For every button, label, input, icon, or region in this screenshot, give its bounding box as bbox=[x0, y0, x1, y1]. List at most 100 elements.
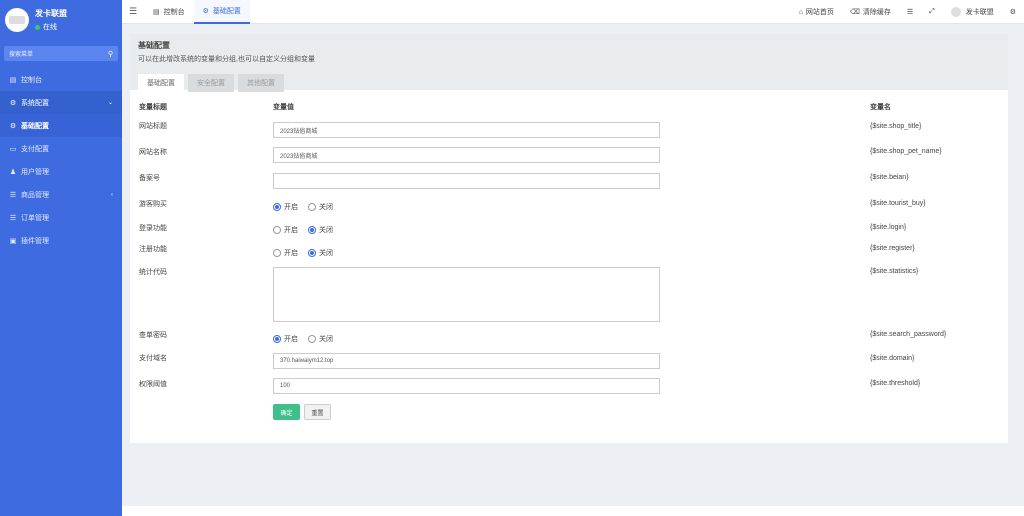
sidebar-menu: ▤ 控制台 ⚙ 系统配置 ⌄ ⚙ 基础配置 ▭ 支付配置 ♟ 用户管理 ☰ 商品… bbox=[0, 68, 122, 252]
page-title: 基础配置 bbox=[138, 41, 170, 50]
settings-button[interactable]: ⚙ bbox=[1002, 8, 1024, 16]
avatar bbox=[950, 7, 961, 17]
tab-basic-config[interactable]: ⚙ 基础配置 bbox=[193, 0, 250, 24]
tab-dashboard[interactable]: ▤ 控制台 bbox=[144, 0, 194, 24]
radio-on[interactable]: 开启 bbox=[273, 225, 298, 235]
search-input[interactable]: 搜索菜单 bbox=[9, 49, 33, 58]
radio-off[interactable]: 关闭 bbox=[308, 225, 333, 235]
cart-icon: ☰ bbox=[9, 191, 17, 199]
translate-button[interactable]: ☰ bbox=[899, 8, 921, 16]
row-var: {$site.threshold} bbox=[870, 380, 921, 387]
panel-header: 基础配置 可以在此增改系统的变量和分组,也可以自定义分组和变量 基础配置 安全配… bbox=[130, 34, 1008, 92]
row-label: 网站名称 bbox=[139, 149, 167, 156]
header-var: 变量名 bbox=[870, 104, 891, 111]
puzzle-icon: ▣ bbox=[9, 237, 17, 245]
radio-off[interactable]: 关闭 bbox=[308, 202, 333, 212]
row-var: {$site.tourist_buy} bbox=[870, 200, 926, 207]
radio-checked-icon[interactable] bbox=[308, 249, 316, 257]
row-label: 登录功能 bbox=[139, 225, 167, 232]
tab-basic[interactable]: 基础配置 bbox=[138, 74, 184, 92]
home-link[interactable]: ⌂ 网站首页 bbox=[791, 7, 842, 17]
row-label: 备案号 bbox=[139, 175, 160, 182]
shop-title-input[interactable]: 2023钻俗商城 bbox=[273, 122, 660, 138]
fullscreen-icon: ⤢ bbox=[929, 8, 935, 15]
menu-toggle-icon[interactable]: ☰ bbox=[122, 6, 144, 17]
login-radios: 开启 关闭 bbox=[273, 225, 343, 235]
row-label: 注册功能 bbox=[139, 246, 167, 253]
radio-off[interactable]: 关闭 bbox=[308, 334, 333, 344]
avatar[interactable] bbox=[5, 8, 29, 32]
reset-button[interactable]: 重置 bbox=[304, 404, 331, 420]
sidebar-item-system-config[interactable]: ⚙ 系统配置 ⌄ bbox=[0, 91, 122, 114]
row-var: {$site.domain} bbox=[870, 355, 915, 362]
sidebar-item-products[interactable]: ☰ 商品管理 ‹ bbox=[0, 183, 122, 206]
gear-icon: ⚙ bbox=[202, 7, 209, 15]
radio-icon[interactable] bbox=[273, 249, 281, 257]
page-description: 可以在此增改系统的变量和分组,也可以自定义分组和变量 bbox=[138, 56, 315, 63]
tab-security[interactable]: 安全配置 bbox=[188, 74, 234, 92]
header-label: 变量标题 bbox=[139, 104, 167, 111]
row-var: {$site.statistics} bbox=[870, 268, 919, 275]
fullscreen-button[interactable]: ⤢ bbox=[921, 8, 943, 16]
status-dot-icon bbox=[35, 24, 40, 30]
footer-bar bbox=[122, 506, 1024, 516]
row-var: {$site.search_password} bbox=[870, 331, 947, 338]
radio-checked-icon[interactable] bbox=[273, 335, 281, 343]
row-var: {$site.shop_title} bbox=[870, 123, 922, 130]
sidebar-item-payment-config[interactable]: ▭ 支付配置 bbox=[0, 137, 122, 160]
submit-button[interactable]: 确定 bbox=[273, 404, 300, 420]
radio-icon[interactable] bbox=[308, 203, 316, 211]
chevron-left-icon: ‹ bbox=[111, 191, 113, 198]
search-icon[interactable]: ⚲ bbox=[108, 50, 113, 58]
dashboard-icon: ▤ bbox=[9, 76, 17, 84]
clear-cache-button[interactable]: ⌫ 清除缓存 bbox=[842, 7, 899, 17]
radio-on[interactable]: 开启 bbox=[273, 202, 298, 212]
trash-icon: ⌫ bbox=[849, 9, 860, 16]
top-right-toolbar: ⌂ 网站首页 ⌫ 清除缓存 ☰ ⤢ 发卡联盟 ⚙ bbox=[791, 0, 1024, 24]
sidebar-item-users[interactable]: ♟ 用户管理 bbox=[0, 160, 122, 183]
shop-name-input[interactable]: 2023钻俗商城 bbox=[273, 147, 660, 163]
radio-icon[interactable] bbox=[308, 335, 316, 343]
row-label: 查单密码 bbox=[139, 332, 167, 339]
list-icon: ☰ bbox=[9, 214, 17, 222]
gear-icon: ⚙ bbox=[9, 99, 17, 107]
sidebar: 发卡联盟 在线 搜索菜单 ⚲ ▤ 控制台 ⚙ 系统配置 ⌄ ⚙ 基础配置 ▭ 支… bbox=[0, 0, 122, 516]
brand-name: 发卡联盟 bbox=[35, 9, 67, 18]
tab-other[interactable]: 其他配置 bbox=[238, 74, 284, 92]
radio-icon[interactable] bbox=[273, 226, 281, 234]
chevron-down-icon: ⌄ bbox=[107, 100, 113, 106]
register-radios: 开启 关闭 bbox=[273, 248, 343, 258]
sidebar-item-dashboard[interactable]: ▤ 控制台 bbox=[0, 68, 122, 91]
sidebar-item-plugins[interactable]: ▣ 插件管理 bbox=[0, 229, 122, 252]
header-value: 变量值 bbox=[273, 104, 294, 111]
domain-input[interactable]: 370.haiwaiym12.top bbox=[273, 353, 660, 369]
row-label: 权限阈值 bbox=[139, 381, 167, 388]
gear-icon: ⚙ bbox=[9, 122, 17, 130]
user-menu[interactable]: 发卡联盟 bbox=[943, 7, 1002, 17]
radio-checked-icon[interactable] bbox=[308, 226, 316, 234]
statistics-textarea[interactable] bbox=[273, 267, 660, 322]
brand: 发卡联盟 在线 bbox=[0, 0, 122, 40]
row-var: {$site.beian} bbox=[870, 174, 909, 181]
card-icon: ▭ bbox=[9, 145, 17, 153]
sidebar-item-basic-config[interactable]: ⚙ 基础配置 bbox=[0, 114, 122, 137]
row-var: {$site.login} bbox=[870, 224, 907, 231]
threshold-input[interactable]: 100 bbox=[273, 378, 660, 394]
user-icon: ♟ bbox=[9, 168, 17, 176]
row-label: 游客购买 bbox=[139, 201, 167, 208]
radio-checked-icon[interactable] bbox=[273, 203, 281, 211]
translate-icon: ☰ bbox=[906, 9, 914, 16]
beian-input[interactable] bbox=[273, 173, 660, 189]
radio-off[interactable]: 关闭 bbox=[308, 248, 333, 258]
row-label: 支付域名 bbox=[139, 355, 167, 362]
menu-search[interactable]: 搜索菜单 ⚲ bbox=[4, 46, 118, 61]
online-status: 在线 bbox=[35, 22, 67, 32]
radio-on[interactable]: 开启 bbox=[273, 334, 298, 344]
home-icon: ⌂ bbox=[798, 8, 803, 16]
top-navbar: ☰ ▤ 控制台 ⚙ 基础配置 ⌂ 网站首页 ⌫ 清除缓存 ☰ ⤢ 发卡联盟 ⚙ bbox=[122, 0, 1024, 24]
row-var: {$site.register} bbox=[870, 245, 915, 252]
sidebar-item-orders[interactable]: ☰ 订单管理 bbox=[0, 206, 122, 229]
tourist-buy-radios: 开启 关闭 bbox=[273, 202, 343, 212]
radio-on[interactable]: 开启 bbox=[273, 248, 298, 258]
row-label: 网站标题 bbox=[139, 123, 167, 130]
